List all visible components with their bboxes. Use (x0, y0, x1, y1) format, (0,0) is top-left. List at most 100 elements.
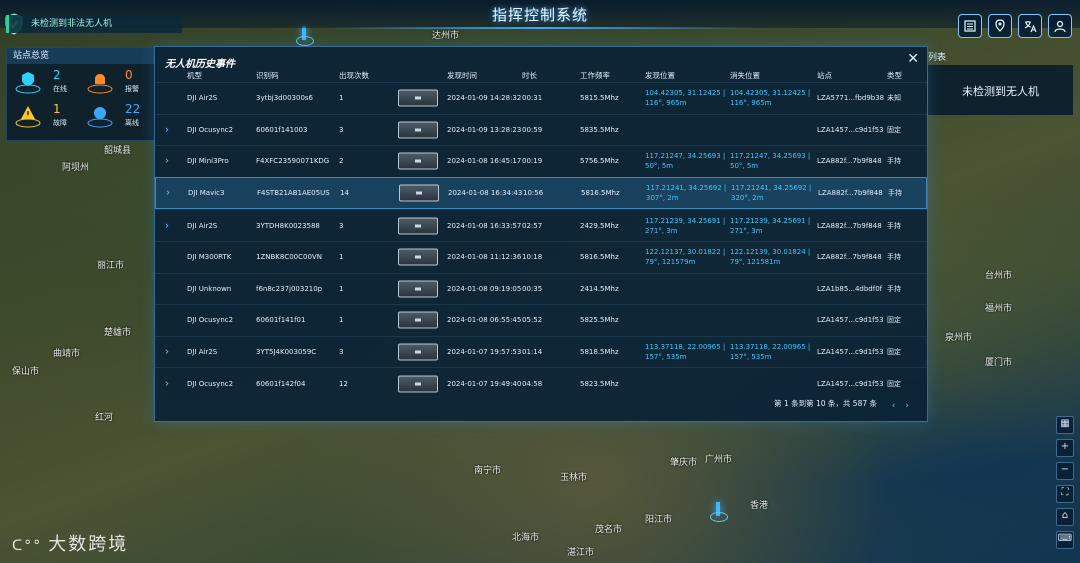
map-label: 丽江市 (97, 261, 125, 271)
column-header[interactable]: 发现时间 (447, 70, 477, 81)
station-marker[interactable] (710, 500, 728, 522)
table-row[interactable]: DJI Ocusync2 60601f141f01 1 2024-01-08 06:5… (155, 304, 927, 336)
close-icon[interactable]: ✕ (907, 51, 919, 67)
drone-thumbnail[interactable] (398, 217, 438, 235)
cell-model: DJI Mavic3 (188, 189, 225, 198)
drone-thumbnail[interactable] (398, 343, 438, 361)
map-label: 肇庆市 (670, 458, 698, 468)
cell-type: 固定 (887, 316, 901, 325)
cell-type: 固定 (887, 125, 901, 134)
list-icon (964, 20, 976, 32)
table-row[interactable]: › DJI Ocusync2 60601f141003 3 2024-01-09 13:… (155, 113, 927, 146)
cell-found: 117.21247, 34.25693 | 50°, 5m (645, 152, 726, 171)
layers-button[interactable]: ▦ (1056, 416, 1074, 434)
cell-time: 2024-01-09 14:28:32 (447, 94, 522, 103)
map-label: 红河 (95, 413, 114, 423)
drone-thumbnail[interactable] (398, 311, 438, 329)
drone-thumbnail[interactable] (398, 248, 438, 266)
watermark-text: 大数跨境 (48, 534, 129, 555)
map-pin-button[interactable] (988, 14, 1012, 38)
stat-online-value: 2 (53, 68, 61, 82)
cell-count: 3 (339, 125, 344, 134)
expand-chevron-icon[interactable]: › (166, 188, 170, 199)
cell-site: LZA1457...c9d1f53 (817, 348, 884, 357)
table-row[interactable]: › DJI Air2S 3YT5J4K003059C 3 2024-01-07 19:5… (155, 335, 927, 368)
stat-online[interactable]: 2 在线 (13, 68, 83, 98)
column-header[interactable]: 站点 (817, 70, 832, 81)
next-page-button[interactable]: › (905, 401, 919, 411)
cell-type: 固定 (887, 379, 901, 388)
column-header[interactable]: 识别码 (256, 70, 279, 81)
drone-thumbnail[interactable] (398, 121, 438, 139)
column-header[interactable]: 时长 (522, 70, 537, 81)
column-header[interactable]: 类型 (887, 70, 902, 81)
stat-alarm[interactable]: 0 报警 (85, 68, 155, 98)
cell-duration: 10:56 (523, 189, 544, 198)
zoom-in-button[interactable]: + (1056, 439, 1074, 457)
column-header[interactable]: 出现次数 (339, 70, 369, 81)
cell-count: 14 (340, 189, 349, 198)
fullscreen-button[interactable]: ⛶ (1056, 485, 1074, 503)
stat-offline[interactable]: 22 离线 (85, 102, 155, 132)
drone-list-tab[interactable]: 列表 (928, 51, 968, 65)
prev-page-button[interactable]: ‹ (892, 401, 906, 411)
user-button[interactable] (1048, 14, 1072, 38)
table-row[interactable]: › DJI Mini3Pro F4XFC23590071KDG 2 2024-01-08… (155, 145, 927, 177)
drone-list-panel: 未检测到无人机 (928, 65, 1073, 115)
expand-chevron-icon[interactable]: › (165, 220, 169, 231)
cell-site: LZA1b85...4dbdf0f (817, 284, 883, 293)
pager-nav: ‹› (892, 401, 919, 411)
top-toolbar (958, 14, 1072, 38)
table-row[interactable]: › DJI Ocusync2 60601f142f04 12 2024-01-07 19… (155, 367, 927, 399)
cell-freq: 5816.5Mhz (580, 253, 619, 262)
column-header[interactable]: 机型 (187, 70, 202, 81)
cell-duration: 04:58 (522, 379, 543, 388)
expand-chevron-icon[interactable]: › (165, 378, 169, 389)
drone-thumbnail[interactable] (398, 280, 438, 298)
site-summary-title: 站点总览 (7, 48, 157, 64)
cell-found: 113.37118, 22.00965 | 157°, 535m (645, 343, 726, 362)
drone-thumbnail[interactable] (398, 375, 438, 393)
drone-thumbnail[interactable] (399, 184, 439, 202)
user-icon (1054, 20, 1066, 33)
translate-button[interactable] (1018, 14, 1042, 38)
table-row[interactable]: DJI M300RTK 1ZNBK8C00C00VN 1 2024-01-08 11:… (155, 240, 927, 273)
cell-found: 117.21239, 34.25691 | 271°, 3m (645, 216, 726, 235)
alarm-icon (87, 74, 113, 94)
cell-duration: 00:35 (522, 284, 543, 293)
home-button[interactable]: ⌂ (1056, 508, 1074, 526)
column-header[interactable]: 发现位置 (645, 70, 675, 81)
zoom-out-button[interactable]: − (1056, 462, 1074, 480)
cell-time: 2024-01-08 16:34:43 (448, 189, 523, 198)
stat-alarm-value: 0 (125, 68, 133, 82)
table-row[interactable]: › DJI Mavic3 F4STB21AB1AE05US 14 2024-01-08 … (155, 176, 927, 210)
drone-thumbnail[interactable] (398, 89, 438, 107)
drone-thumbnail[interactable] (398, 152, 438, 170)
column-header[interactable]: 消失位置 (730, 70, 760, 81)
map-label: 泉州市 (945, 333, 973, 343)
map-tools: ▦ + − ⛶ ⌂ ⌨ (1056, 416, 1074, 549)
cell-freq: 5825.5Mhz (580, 316, 619, 325)
cell-freq: 2429.5Mhz (580, 221, 619, 230)
keyboard-button[interactable]: ⌨ (1056, 531, 1074, 549)
table-row[interactable]: DJI Air2S 3ytbj3d00300s6 1 2024-01-09 14:28… (155, 82, 927, 114)
cell-time: 2024-01-08 09:19:05 (447, 284, 522, 293)
table-row[interactable]: › DJI Air2S 3YTDH8K0023588 3 2024-01-08 16:3… (155, 209, 927, 241)
offline-icon (87, 107, 113, 128)
stat-fault-value: 1 (53, 102, 61, 116)
expand-chevron-icon[interactable]: › (165, 156, 169, 167)
watermark-logo-icon: ᑕ°° (12, 538, 43, 554)
cell-time: 2024-01-07 19:49:40 (447, 379, 522, 388)
expand-chevron-icon[interactable]: › (165, 347, 169, 358)
map-label: 楚雄市 (104, 328, 132, 338)
map-label: 湛江市 (567, 548, 595, 558)
table-row[interactable]: DJI Unknown f6n8c237j003210p 1 2024-01-08 0… (155, 272, 927, 305)
expand-chevron-icon[interactable]: › (165, 124, 169, 135)
map-label: 达州市 (432, 31, 460, 41)
cell-id: 60601f141003 (256, 125, 308, 134)
column-header[interactable]: 工作频率 (580, 70, 610, 81)
cell-id: f6n8c237j003210p (256, 284, 323, 293)
stat-fault[interactable]: 1 故障 (13, 102, 83, 132)
list-button[interactable] (958, 14, 982, 38)
cell-lost: 117.21247, 34.25693 | 50°, 5m (730, 152, 811, 171)
